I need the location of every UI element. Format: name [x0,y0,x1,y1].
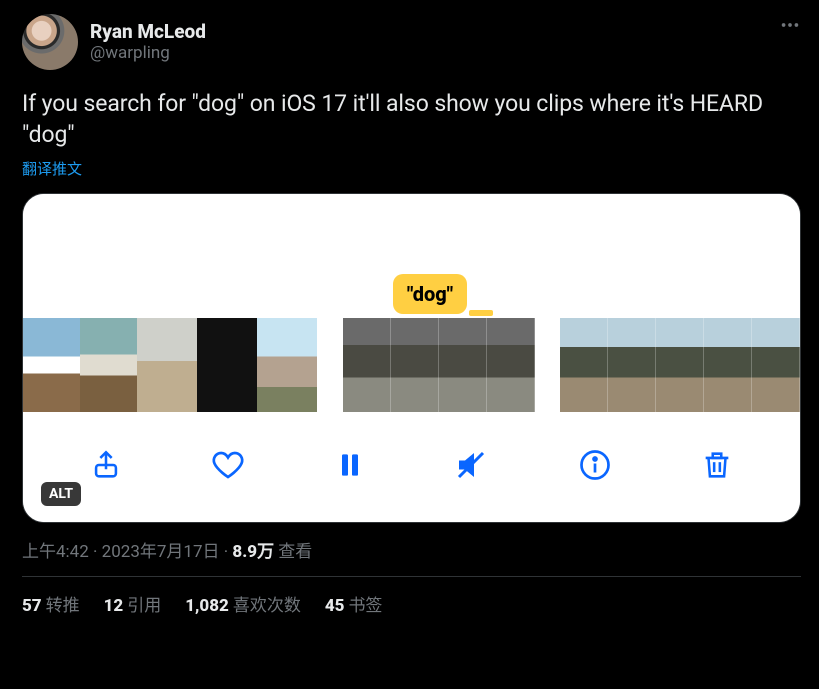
marker-icon [469,310,493,316]
author-display-name[interactable]: Ryan McLeod [90,20,206,44]
clip-thumbnail[interactable] [137,318,197,414]
clip-thumbnail[interactable] [391,318,439,414]
clip-thumbnail[interactable] [704,318,752,414]
more-button[interactable] [779,14,801,40]
alt-badge[interactable]: ALT [41,482,81,506]
share-icon[interactable] [89,448,123,486]
clip-group-1[interactable] [23,318,317,414]
views-count[interactable]: 8.9万 [232,542,274,562]
clip-thumbnail[interactable] [257,318,317,414]
timeline-row[interactable] [23,318,800,414]
pause-icon[interactable] [334,449,366,485]
clip-thumbnail[interactable] [656,318,704,414]
clip-thumbnail[interactable] [752,318,800,414]
clip-thumbnail[interactable] [487,318,535,414]
mute-icon[interactable] [453,447,489,487]
clip-thumbnail[interactable] [439,318,487,414]
clip-group-3[interactable] [560,318,800,414]
divider [22,576,801,577]
retweet-stat[interactable]: 57转推 [22,591,80,616]
author-handle[interactable]: @warpling [90,43,206,64]
quote-stat[interactable]: 12引用 [104,591,162,616]
tweet-time[interactable]: 上午4:42 [22,542,89,562]
media-card[interactable]: "dog" [22,193,801,523]
tweet-container: Ryan McLeod @warpling If you search for … [0,0,819,622]
search-term-badge: "dog" [393,274,467,314]
info-icon[interactable] [577,447,613,487]
trash-icon[interactable] [700,448,734,486]
media-top: "dog" [23,194,800,318]
clip-group-2[interactable] [343,318,535,414]
views-label: 查看 [278,542,312,562]
clip-thumbnail[interactable] [23,318,80,414]
translate-link[interactable]: 翻译推文 [22,158,82,179]
heart-icon[interactable] [210,447,246,487]
clip-thumbnail[interactable] [343,318,391,414]
stats-row: 57转推 12引用 1,082喜欢次数 45书签 [22,591,801,616]
tweet-text: If you search for "dog" on iOS 17 it'll … [22,88,801,150]
like-stat[interactable]: 1,082喜欢次数 [185,591,301,616]
bookmark-stat[interactable]: 45书签 [325,591,383,616]
tweet-header: Ryan McLeod @warpling [22,14,801,70]
avatar[interactable] [22,14,78,70]
clip-thumbnail[interactable] [80,318,137,414]
media-toolbar [23,412,800,522]
clip-thumbnail[interactable] [560,318,608,414]
clip-thumbnail[interactable] [197,318,257,414]
tweet-date[interactable]: 2023年7月17日 [102,542,220,562]
clip-thumbnail[interactable] [608,318,656,414]
tweet-meta: 上午4:42 · 2023年7月17日 · 8.9万 查看 [22,537,801,562]
